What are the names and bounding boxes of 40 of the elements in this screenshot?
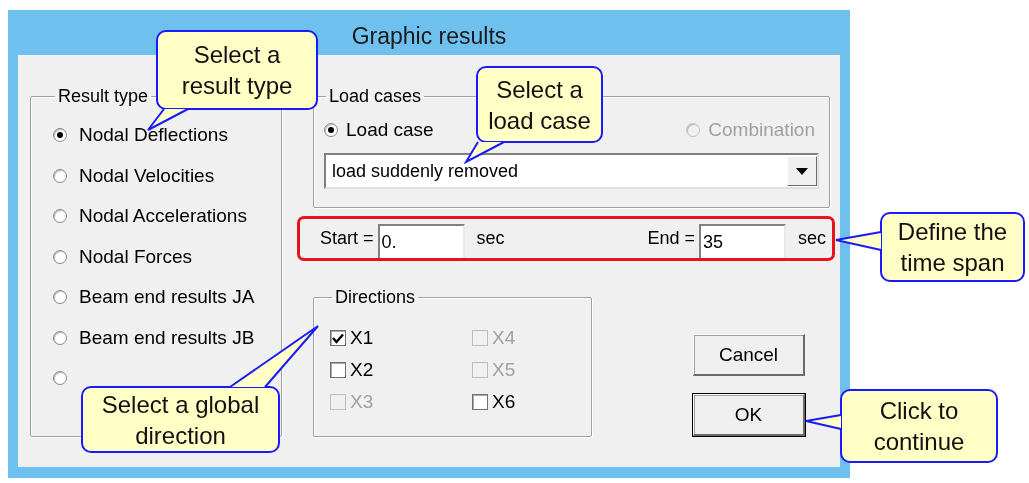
radio-button[interactable] bbox=[53, 330, 67, 345]
dialog-button[interactable]: OK bbox=[693, 394, 805, 436]
field-label: End = bbox=[647, 228, 695, 249]
input-field[interactable]: 35 bbox=[699, 224, 786, 258]
checkbox-label: X5 bbox=[492, 359, 516, 381]
radio-button[interactable] bbox=[53, 371, 67, 386]
checkbox-label: X1 bbox=[350, 327, 374, 349]
radio-label: Nodal Velocities bbox=[79, 164, 215, 187]
window-title: Graphic results bbox=[351, 23, 507, 50]
radio-button[interactable] bbox=[53, 290, 67, 305]
input-field[interactable]: 0. bbox=[377, 224, 465, 258]
radio-label: Combination bbox=[708, 119, 815, 141]
checkbox[interactable] bbox=[330, 330, 346, 346]
group-label: Load cases bbox=[328, 86, 423, 107]
callout: Define the time span bbox=[834, 210, 1026, 284]
radio-label: Nodal Forces bbox=[79, 245, 192, 268]
radio-label: Beam end results JA bbox=[79, 286, 255, 309]
radio-button[interactable] bbox=[53, 168, 67, 183]
checkbox[interactable] bbox=[330, 362, 346, 378]
unit-label: sec bbox=[798, 228, 826, 249]
radio-button[interactable] bbox=[53, 209, 67, 224]
caret-icon bbox=[796, 167, 808, 175]
radio-label: Load case bbox=[346, 119, 434, 141]
radio-button[interactable] bbox=[53, 128, 67, 143]
callout: Select a load case bbox=[464, 66, 604, 164]
dropdown[interactable]: load suddenly removed bbox=[324, 153, 819, 189]
callout: Click to continue bbox=[804, 387, 999, 465]
radio-button[interactable] bbox=[53, 249, 67, 264]
checkbox-label: X2 bbox=[350, 359, 374, 381]
dialog-button[interactable]: Cancel bbox=[693, 334, 805, 376]
radio-label: Beam end results JB bbox=[79, 326, 255, 349]
checkbox-label: X3 bbox=[350, 391, 374, 413]
checkbox-label: X6 bbox=[492, 391, 516, 413]
field-label: Start = bbox=[320, 228, 374, 249]
group-label: Directions bbox=[334, 287, 417, 308]
unit-label: sec bbox=[476, 228, 505, 249]
checkbox-label: X4 bbox=[492, 327, 516, 349]
radio-label: Nodal Accelerations bbox=[79, 205, 247, 228]
radio-button[interactable] bbox=[324, 123, 338, 137]
checkbox[interactable] bbox=[472, 394, 488, 410]
